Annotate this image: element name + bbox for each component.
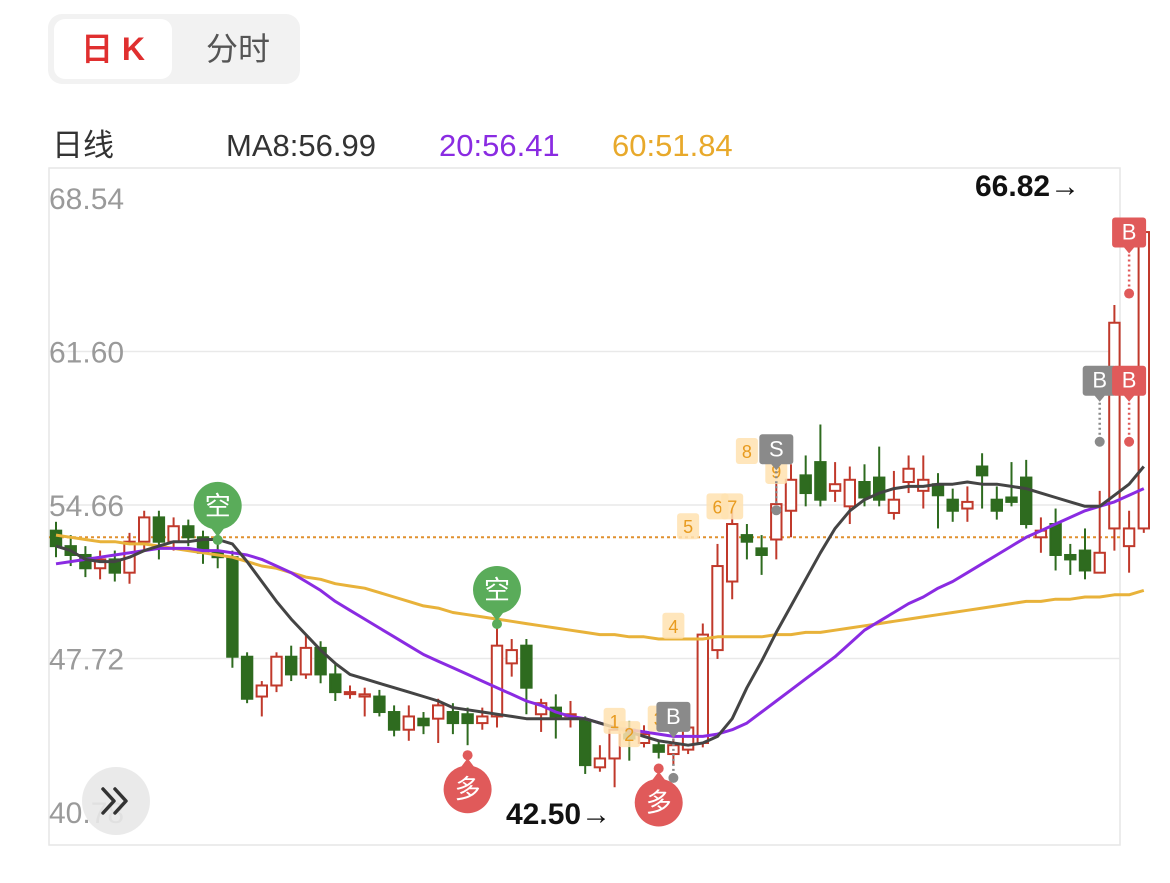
signal-label: 空 (205, 491, 231, 521)
candle-body (182, 525, 195, 539)
candle-body (167, 525, 180, 543)
candle-body (152, 516, 166, 543)
candle-body (799, 474, 812, 495)
trade-marker-label: B (1092, 368, 1107, 393)
marker-dot (668, 772, 679, 783)
candle-body (652, 744, 665, 753)
candle-body (975, 465, 989, 477)
marker-dot (1124, 288, 1135, 299)
candle-body (1020, 476, 1033, 526)
trade-marker-label: S (769, 436, 784, 461)
candle-body (226, 556, 239, 658)
candle-body (887, 498, 901, 514)
signal-label: 多 (455, 774, 481, 804)
signal-label: 多 (646, 787, 672, 817)
candle-body (270, 655, 283, 687)
candle-body (593, 757, 607, 769)
candle-body (387, 711, 401, 731)
countdown-label: 4 (668, 617, 678, 637)
candle-body (902, 467, 915, 483)
candle-body (285, 655, 298, 676)
candle-body (255, 684, 269, 698)
max-price-label: 66.82→ (975, 170, 1080, 203)
countdown-label: 6 (712, 497, 722, 517)
marker-dot (771, 505, 782, 516)
candle-body (608, 728, 621, 760)
expand-button[interactable] (82, 767, 150, 835)
candle-body (1049, 523, 1062, 556)
y-tick-label: 47.72 (49, 644, 124, 677)
candle-body (755, 547, 768, 556)
candle-body (814, 461, 827, 501)
candle-body (579, 719, 592, 767)
candle-body (726, 523, 739, 583)
candle-body (476, 715, 489, 725)
signal-label: 空 (484, 575, 510, 605)
candle-body (520, 644, 533, 689)
candle-body (990, 498, 1003, 512)
y-tick-label: 54.66 (49, 490, 124, 523)
candle-body (417, 717, 430, 727)
candle-body (961, 500, 974, 510)
countdown-label: 7 (727, 497, 737, 517)
candle-body (1005, 496, 1018, 503)
candle-body (1093, 551, 1106, 574)
candle-body (490, 644, 504, 718)
candle-body (240, 655, 254, 700)
countdown-label: 2 (624, 725, 634, 745)
candle-body (299, 646, 313, 676)
candle-body (828, 483, 842, 492)
trade-marker-label: B (1122, 368, 1137, 393)
candle-body (373, 695, 386, 714)
candle-body (49, 529, 63, 548)
candle-body (358, 693, 371, 698)
expand-button-bg[interactable] (82, 767, 150, 835)
candle-body (329, 673, 342, 694)
candle-body (446, 711, 460, 725)
candle-body (343, 691, 357, 696)
candle-body (784, 478, 798, 512)
countdown-label: 1 (610, 712, 620, 732)
candle-body (946, 498, 959, 512)
y-tick-label: 61.60 (49, 337, 124, 370)
candle-body (843, 478, 856, 508)
candle-body (432, 704, 445, 720)
candle-body (740, 534, 754, 543)
candle-body (402, 715, 416, 731)
trade-marker-label: B (1122, 220, 1137, 245)
candle-body (505, 649, 518, 665)
trade-marker-label: B (666, 704, 681, 729)
y-tick-label: 68.54 (49, 183, 124, 216)
candlestick-chart[interactable]: 123456789BBBSB空空多多68.5461.6054.6647.7240… (0, 0, 1170, 883)
candle-body (1078, 549, 1092, 572)
marker-dot (1124, 436, 1135, 447)
candle-body (138, 516, 151, 543)
candle-body (1064, 553, 1077, 561)
candle-body (858, 480, 871, 499)
candle-body (461, 713, 474, 725)
countdown-label: 5 (683, 517, 693, 537)
candle-body (1122, 527, 1136, 548)
marker-dot (1094, 436, 1105, 447)
countdown-label: 8 (742, 442, 752, 462)
candle-body (696, 633, 709, 744)
min-price-label: 42.50→ (506, 798, 611, 831)
